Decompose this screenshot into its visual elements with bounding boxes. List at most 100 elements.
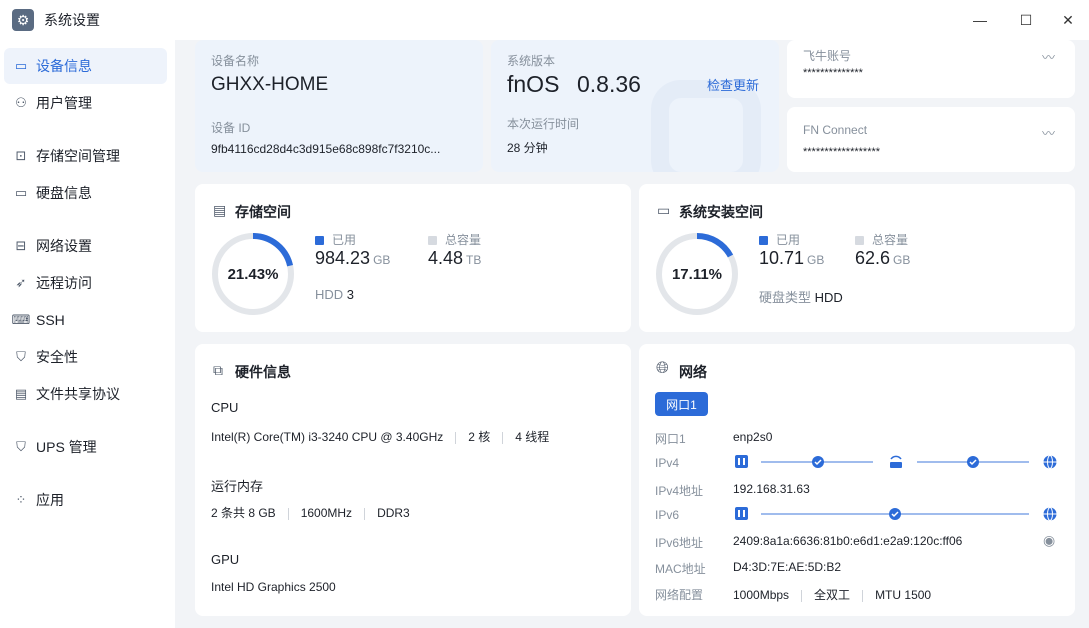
legend-total-swatch — [428, 236, 437, 246]
cpu-details: Intel(R) Core(TM) i3-3240 CPU @ 3.40GHz 2… — [211, 428, 549, 445]
storage-percent: 21.43% — [227, 266, 279, 283]
system-version-card: 系统版本 fnOS 0.8.36 检查更新 本次运行时间 28 分钟 — [491, 40, 779, 172]
apps-icon: ⁘ — [15, 492, 27, 507]
ipv4-address-label: IPv4地址 — [655, 484, 704, 498]
mtu-value: MTU 1500 — [875, 588, 932, 602]
fnconnect-card: FN Connect ****************** 〰 — [787, 107, 1075, 172]
ipv4-label: IPv4 — [655, 456, 680, 470]
sidebar-item-ssh[interactable]: ⌨ SSH — [4, 302, 167, 338]
ipv4-connection-path — [735, 455, 1057, 469]
storage-total: 4.48 TB — [428, 248, 481, 269]
globe-icon — [1043, 455, 1057, 469]
storage-icon: ▤ — [213, 202, 227, 218]
disk-icon: ▭ — [14, 185, 28, 200]
eye-closed-icon[interactable]: 〰 — [1042, 123, 1055, 142]
shield-icon: ⛉ — [16, 349, 26, 364]
sidebar-item-disks[interactable]: ▭ 硬盘信息 — [4, 175, 167, 211]
system-install-disk-type: 硬盘类型 HDD — [759, 287, 843, 306]
storage-used-unit: GB — [373, 253, 391, 267]
hardware-card: ⧉ 硬件信息 CPU Intel(R) Core(TM) i3-3240 CPU… — [195, 344, 631, 616]
maximize-button[interactable]: ☐ — [1003, 0, 1049, 40]
sidebar-item-apps[interactable]: ⁘ 应用 — [4, 482, 167, 518]
sidebar: ▭ 设备信息 ⚇ 用户管理 ⊡ 存储空间管理 ▭ 硬盘信息 ⊟ 网络设置 ➶ 远… — [0, 40, 175, 628]
port-label: 网口1 — [655, 432, 686, 446]
sidebar-item-label: UPS 管理 — [36, 439, 97, 455]
storage-icon: ⊡ — [15, 148, 27, 163]
ipv4-address-value: 192.168.31.63 — [733, 482, 810, 496]
os-name: fnOS — [507, 71, 560, 97]
memory-sticks: 2 条共 8 GB — [211, 506, 276, 520]
sidebar-item-users[interactable]: ⚇ 用户管理 — [4, 85, 167, 121]
hardware-title: 硬件信息 — [235, 364, 291, 380]
eye-closed-icon[interactable]: 〰 — [1042, 47, 1055, 66]
sidebar-item-network[interactable]: ⊟ 网络设置 — [4, 228, 167, 264]
device-card: 设备名称 GHXX-HOME 设备 ID 9fb4116cd28d4c3d915… — [195, 40, 483, 172]
account-card: 飞牛账号 ************** 〰 — [787, 40, 1075, 98]
link-speed: 1000Mbps — [733, 588, 790, 602]
system-install-used: 10.71 GB — [759, 248, 824, 269]
globe-icon: 🌐︎ — [656, 360, 669, 377]
storage-used: 984.23 GB — [315, 248, 390, 269]
file-icon: ▤ — [14, 386, 28, 401]
gpu-model: Intel HD Graphics 2500 — [211, 580, 336, 594]
sidebar-item-label: 用户管理 — [36, 95, 92, 111]
storage-title: 存储空间 — [235, 204, 291, 220]
system-install-title: 系统安装空间 — [679, 204, 763, 220]
gpu-label: GPU — [211, 552, 240, 567]
sidebar-item-label: 安全性 — [36, 349, 78, 365]
sidebar-item-ups[interactable]: ⛉ UPS 管理 — [4, 429, 167, 465]
system-install-total: 62.6 GB — [855, 248, 910, 269]
sidebar-item-label: 应用 — [36, 492, 64, 508]
main-content: 设备名称 GHXX-HOME 设备 ID 9fb4116cd28d4c3d915… — [175, 40, 1089, 628]
minimize-button[interactable]: — — [957, 0, 1003, 40]
port-value: enp2s0 — [733, 430, 773, 444]
storage-total-value: 4.48 — [428, 248, 464, 268]
uptime-label: 本次运行时间 — [507, 117, 580, 131]
sidebar-item-storage[interactable]: ⊡ 存储空间管理 — [4, 138, 167, 174]
network-config-value: 1000Mbps 全双工 MTU 1500 — [733, 586, 931, 603]
storage-total-label: 总容量 — [445, 233, 482, 247]
close-button[interactable]: ✕ — [1045, 0, 1089, 40]
disk-type-label: 硬盘类型 — [759, 290, 812, 305]
device-name-label: 设备名称 — [211, 54, 260, 68]
disk-type-value: HDD — [814, 290, 843, 305]
system-install-total-label: 总容量 — [872, 233, 909, 247]
gear-icon: ⚙ — [12, 9, 34, 31]
ipv6-address-label: IPv6地址 — [655, 536, 704, 550]
system-install-used-label: 已用 — [776, 233, 801, 247]
router-icon — [890, 455, 902, 468]
account-value: ************** — [803, 67, 863, 79]
tab-port-1[interactable]: 网口1 — [655, 392, 708, 416]
disk-icon: ▭ — [657, 202, 671, 218]
storage-total-unit: TB — [466, 253, 482, 267]
account-label: 飞牛账号 — [803, 49, 852, 63]
network-card: 🌐︎ 网络 网口1 网口1 enp2s0 IPv4 IPv4地址 192.168… — [639, 344, 1075, 616]
sidebar-item-device-info[interactable]: ▭ 设备信息 — [4, 48, 167, 84]
memory-type: DDR3 — [377, 506, 410, 520]
globe-icon — [1043, 507, 1057, 521]
nas-device-icon — [735, 507, 748, 520]
system-install-card: ▭ 系统安装空间 17.11% 已用 10.71 GB 总容量 62.6 GB 硬盘… — [639, 184, 1075, 332]
sidebar-item-file-sharing[interactable]: ▤ 文件共享协议 — [4, 376, 167, 412]
mac-address-label: MAC地址 — [655, 562, 706, 576]
os-version: 0.8.36 — [577, 71, 641, 97]
network-icon: ⊟ — [15, 238, 27, 253]
system-version-label: 系统版本 — [507, 54, 556, 68]
memory-frequency: 1600MHz — [300, 506, 353, 520]
device-name: GHXX-HOME — [211, 74, 329, 95]
device-icon: ▭ — [14, 58, 28, 73]
legend-used-swatch — [759, 236, 768, 246]
eye-icon[interactable]: ◉ — [1043, 532, 1055, 549]
mac-address-value: D4:3D:7E:AE:5D:B2 — [733, 560, 842, 574]
storage-card: ▤ 存储空间 21.43% 已用 984.23 GB 总容量 4.48 TB HDD… — [195, 184, 631, 332]
check-update-link[interactable]: 检查更新 — [707, 75, 759, 94]
storage-disks: HDD 3 — [315, 287, 354, 302]
uptime-value: 28 分钟 — [507, 141, 548, 155]
sidebar-item-security[interactable]: ⛉ 安全性 — [4, 339, 167, 375]
system-install-total-unit: GB — [893, 253, 911, 267]
system-install-used-unit: GB — [807, 253, 825, 267]
storage-total-legend: 总容量 — [428, 231, 481, 248]
window-title: 系统设置 — [44, 12, 100, 28]
cpu-threads: 4 线程 — [515, 430, 550, 444]
sidebar-item-remote-access[interactable]: ➶ 远程访问 — [4, 265, 167, 301]
